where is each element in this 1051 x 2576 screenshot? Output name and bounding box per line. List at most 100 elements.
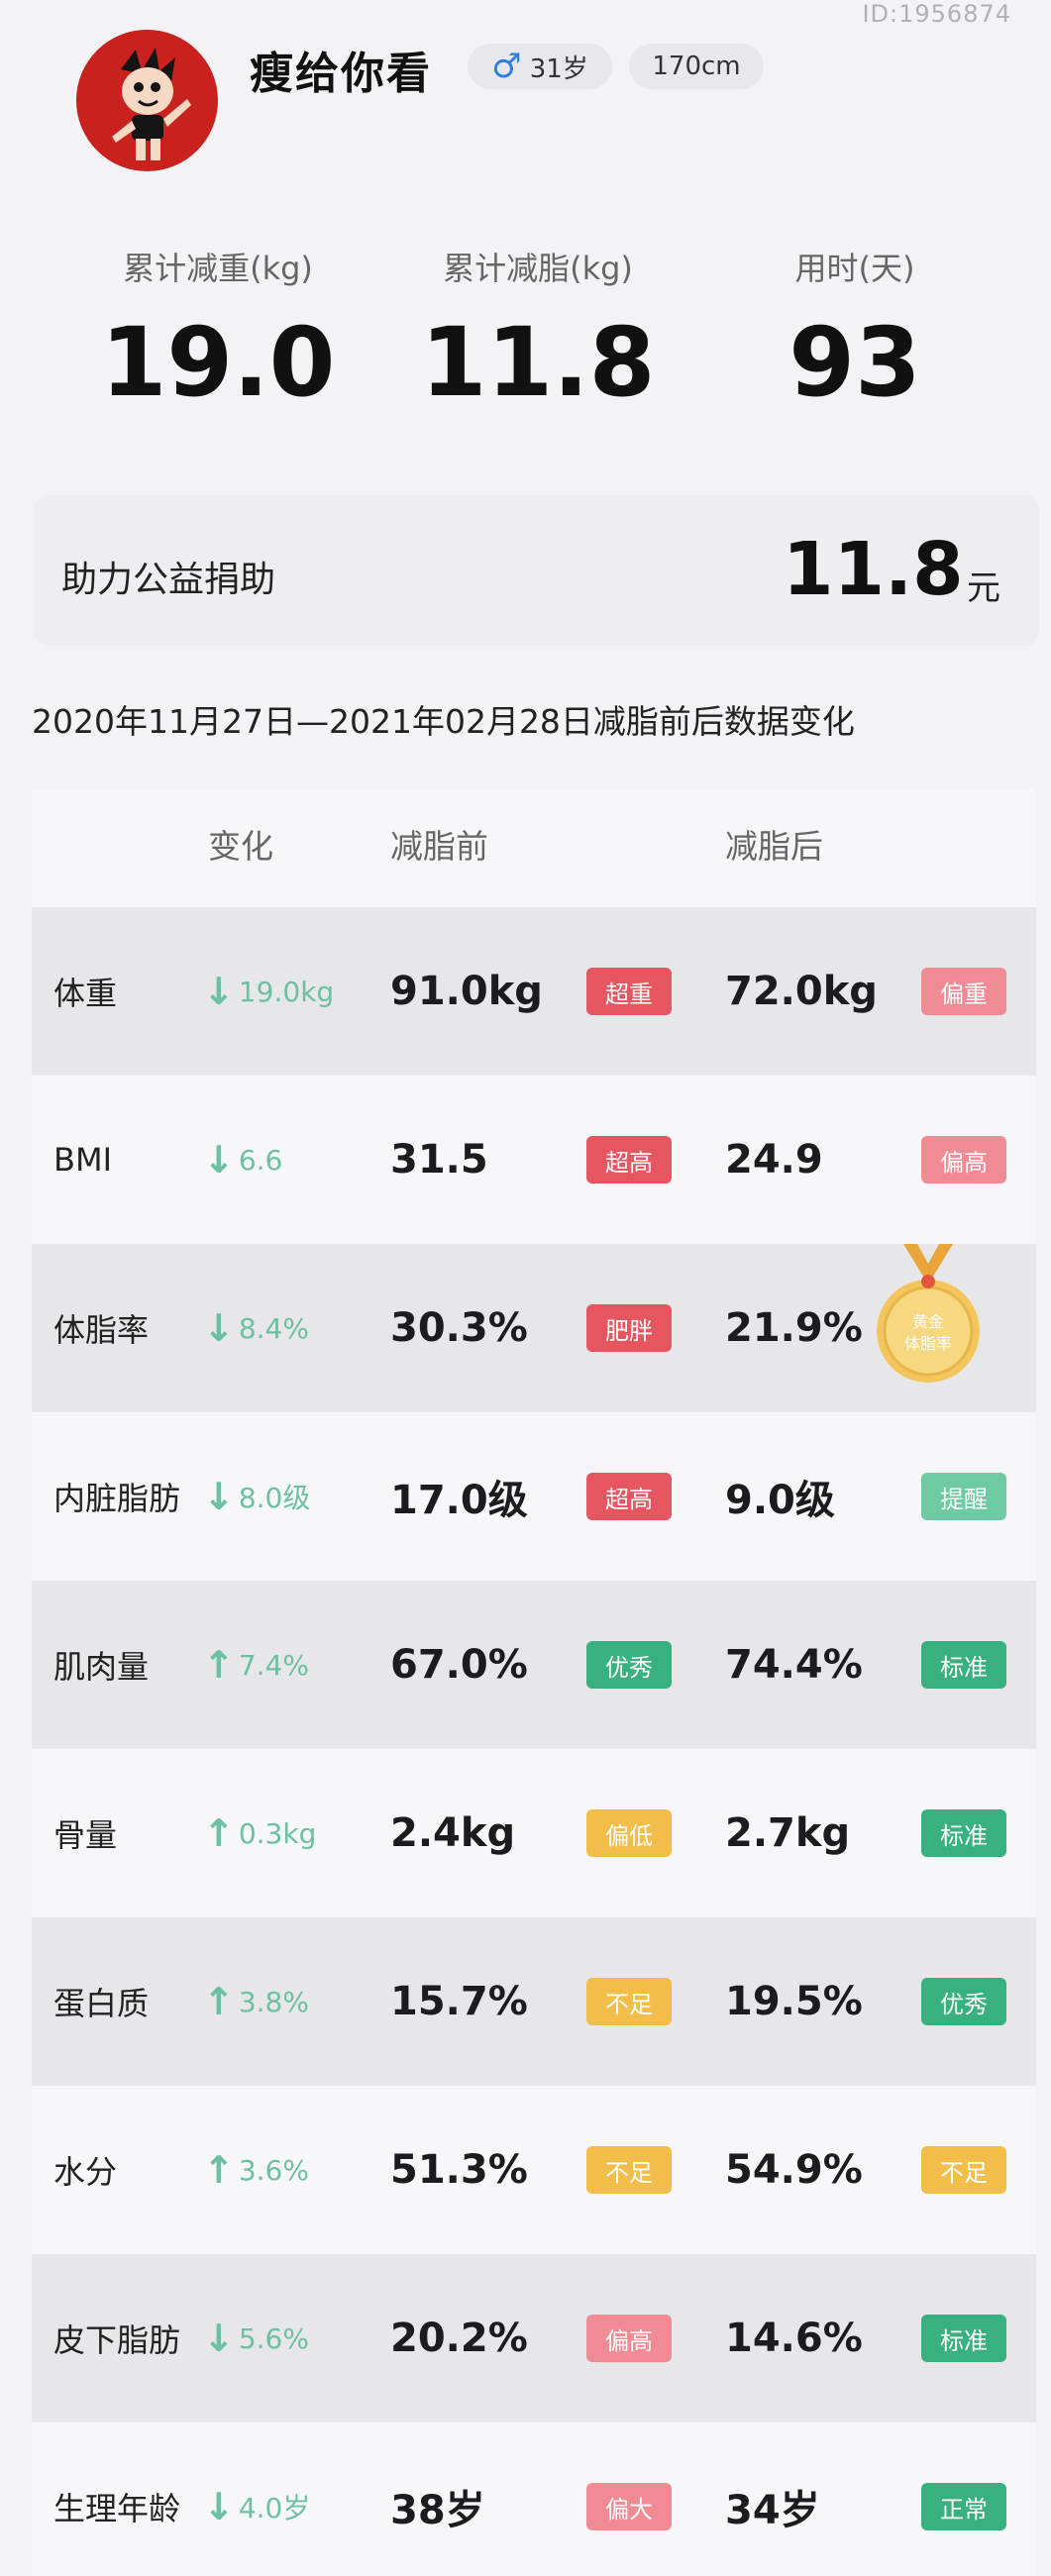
avatar[interactable] (76, 30, 218, 171)
date-range-title: 2020年11月27日—2021年02月28日减脂前后数据变化 (32, 702, 855, 741)
arrow-up-icon: ↑ (203, 2148, 235, 2192)
table-row: 骨量 ↑ 0.3kg 2.4kg 偏低 2.7kg 标准 (32, 1749, 1036, 1917)
donation-label: 助力公益捐助 (61, 560, 276, 600)
total-fat-loss-value: 11.8 (420, 307, 656, 418)
table-row: 皮下脂肪 ↓ 5.6% 20.2% 偏高 14.6% 标准 (32, 2254, 1036, 2422)
days-used-label: 用时(天) (794, 250, 915, 287)
before-value: 20.2% (390, 2316, 528, 2361)
after-value: 19.5% (725, 1979, 863, 2024)
metric-change: ↑ 0.3kg (203, 1749, 316, 1917)
after-status-badge: 偏高 (921, 1136, 1006, 1184)
age-value: 31岁 (529, 53, 588, 84)
before-status-badge: 偏大 (586, 2483, 672, 2530)
arrow-down-icon: ↓ (203, 1306, 235, 1350)
change-value: 19.0kg (238, 975, 335, 1008)
before-value: 38岁 (390, 2488, 485, 2533)
after-value: 34岁 (725, 2488, 820, 2533)
metric-name: 体重 (53, 975, 118, 1012)
days-used-value: 93 (788, 307, 921, 418)
after-value: 21.9% (725, 1305, 863, 1351)
before-value: 2.4kg (390, 1810, 516, 1856)
table-row: 生理年龄 ↓ 4.0岁 38岁 偏大 34岁 正常 (32, 2422, 1036, 2576)
header-after: 减脂后 (725, 827, 823, 866)
arrow-up-icon: ↑ (203, 1980, 235, 2023)
metric-name: 生理年龄 (53, 2490, 181, 2527)
arrow-down-icon: ↓ (203, 2317, 235, 2360)
header-before: 减脂前 (390, 827, 488, 866)
metric-change: ↓ 4.0岁 (203, 2422, 310, 2576)
table-row: 内脏脂肪 ↓ 8.0级 17.0级 超高 9.0级 提醒 (32, 1412, 1036, 1581)
table-row: 水分 ↑ 3.6% 51.3% 不足 54.9% 不足 (32, 2086, 1036, 2254)
metric-change: ↑ 3.6% (203, 2086, 309, 2254)
arrow-up-icon: ↑ (203, 1811, 235, 1855)
table-row: 体重 ↓ 19.0kg 91.0kg 超重 72.0kg 偏重 (32, 907, 1036, 1076)
arrow-down-icon: ↓ (203, 2485, 235, 2528)
arrow-down-icon: ↓ (203, 1138, 235, 1182)
after-status-badge: 正常 (921, 2483, 1006, 2530)
after-status-badge: 标准 (921, 2315, 1006, 2362)
metric-change: ↓ 5.6% (203, 2254, 309, 2422)
age-pill: ♂ 31岁 (468, 44, 612, 89)
metric-name: 肌肉量 (53, 1648, 150, 1686)
before-value: 51.3% (390, 2147, 528, 2193)
metric-change: ↑ 3.8% (203, 1917, 309, 2086)
avatar-image (76, 30, 217, 170)
before-status-badge: 不足 (586, 1978, 672, 2025)
after-status-badge: 标准 (921, 1641, 1006, 1689)
after-status-badge: 标准 (921, 1809, 1006, 1857)
username: 瘦给你看 (250, 49, 432, 99)
after-value: 2.7kg (725, 1810, 851, 1856)
before-status-badge: 偏低 (586, 1809, 672, 1857)
arrow-down-icon: ↓ (203, 1475, 235, 1518)
before-value: 30.3% (390, 1305, 528, 1351)
after-status-badge: 提醒 (921, 1473, 1006, 1520)
table-row: BMI ↓ 6.6 31.5 超高 24.9 偏高 (32, 1076, 1036, 1244)
before-value: 91.0kg (390, 969, 543, 1014)
before-status-badge: 不足 (586, 2146, 672, 2194)
after-value: 54.9% (725, 2147, 863, 2193)
arrow-up-icon: ↑ (203, 1643, 235, 1687)
metric-name: 骨量 (53, 1816, 118, 1854)
change-value: 8.4% (238, 1311, 309, 1345)
metric-name: 蛋白质 (53, 1985, 150, 2022)
metric-change: ↑ 7.4% (203, 1581, 309, 1749)
before-status-badge: 超高 (586, 1473, 672, 1520)
table-row: 肌肉量 ↑ 7.4% 67.0% 优秀 74.4% 标准 (32, 1581, 1036, 1749)
after-value: 74.4% (725, 1642, 863, 1688)
height-pill: 170cm (629, 44, 764, 89)
total-weight-loss-value: 19.0 (100, 307, 336, 418)
before-status-badge: 超高 (586, 1136, 672, 1184)
before-status-badge: 超重 (586, 968, 672, 1015)
change-value: 6.6 (238, 1143, 283, 1177)
before-value: 67.0% (390, 1642, 528, 1688)
height-value: 170cm (652, 52, 741, 81)
metric-name: 内脏脂肪 (53, 1480, 181, 1517)
metric-change: ↓ 6.6 (203, 1076, 282, 1244)
change-value: 7.4% (238, 1648, 309, 1682)
after-status-badge: 优秀 (921, 1978, 1006, 2025)
metric-change: ↓ 19.0kg (203, 907, 334, 1076)
metric-name: BMI (53, 1141, 112, 1179)
total-fat-loss-label: 累计减脂(kg) (443, 250, 633, 287)
header-change: 变化 (208, 827, 273, 866)
after-status-badge: 偏重 (921, 968, 1006, 1015)
metric-change: ↓ 8.4% (203, 1244, 309, 1412)
change-value: 3.8% (238, 1985, 309, 2018)
before-status-badge: 偏高 (586, 2315, 672, 2362)
before-value: 31.5 (390, 1137, 488, 1183)
table-row: 蛋白质 ↑ 3.8% 15.7% 不足 19.5% 优秀 (32, 1917, 1036, 2086)
donation-amount: 11.8 (783, 527, 964, 612)
change-value: 4.0岁 (238, 2492, 311, 2524)
total-weight-loss-label: 累计减重(kg) (123, 250, 313, 287)
male-icon: ♂ (491, 47, 522, 86)
after-value: 72.0kg (725, 969, 878, 1014)
change-value: 3.6% (238, 2153, 309, 2187)
after-value: 24.9 (725, 1137, 823, 1183)
gold-medal-icon: 黄金 体脂率 (877, 1244, 980, 1383)
before-status-badge: 优秀 (586, 1641, 672, 1689)
donation-unit: 元 (967, 568, 1000, 608)
medal-text: 黄金 (912, 1312, 944, 1331)
medal-text: 体脂率 (904, 1334, 952, 1353)
metric-name: 水分 (53, 2153, 118, 2191)
after-value: 9.0级 (725, 1478, 835, 1523)
